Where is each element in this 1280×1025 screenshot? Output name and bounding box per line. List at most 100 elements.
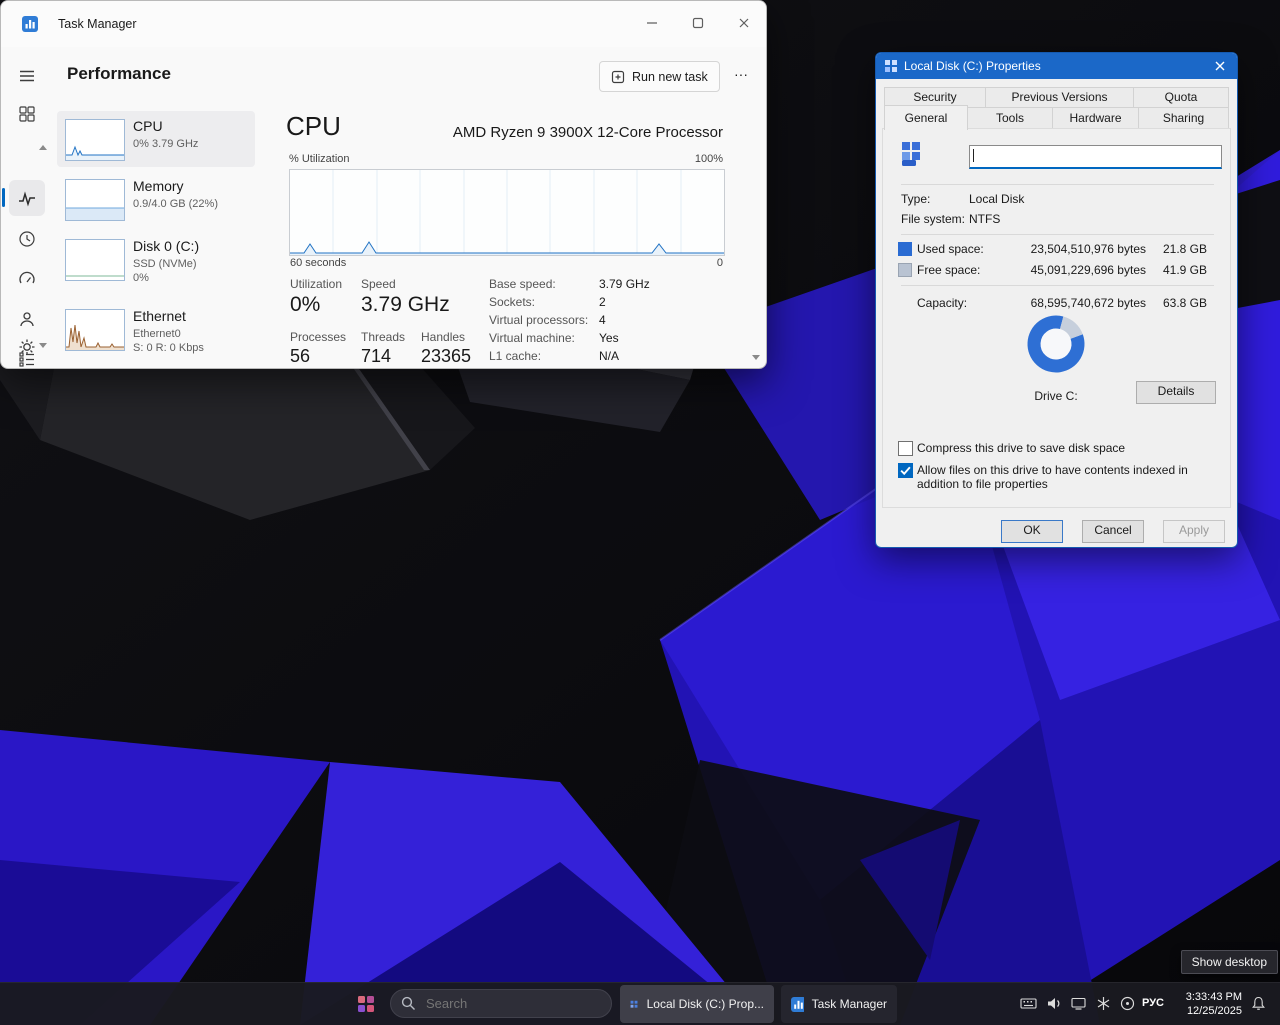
window-scroll-down[interactable] (752, 355, 760, 360)
dialog-close-button[interactable] (1203, 53, 1237, 79)
taskbar-search[interactable] (390, 989, 612, 1018)
maximize-icon (689, 14, 707, 32)
maximize-button[interactable] (677, 7, 719, 39)
perf-item-name: CPU (133, 118, 163, 134)
filesystem-value: NTFS (969, 212, 1000, 226)
perf-item-ethernet[interactable]: Ethernet Ethernet0 S: 0 R: 0 Kbps (57, 301, 255, 363)
task-manager-app-icon (22, 16, 38, 32)
network-icon[interactable] (1070, 995, 1087, 1012)
filesystem-label: File system: (901, 212, 965, 226)
detail-sockets: Sockets:2 (489, 295, 606, 309)
ok-button[interactable]: OK (1001, 520, 1063, 543)
perf-item-sub: 0.9/4.0 GB (22%) (133, 198, 218, 211)
snowflake-icon[interactable] (1095, 995, 1112, 1012)
search-input[interactable] (424, 995, 588, 1012)
drive-icon (901, 141, 925, 167)
run-new-task-button[interactable]: Run new task (599, 61, 720, 92)
capacity-donut-chart (1024, 312, 1088, 376)
dialog-title: Local Disk (C:) Properties (904, 59, 1041, 73)
volume-icon[interactable] (1046, 995, 1063, 1012)
start-icon (357, 995, 375, 1013)
used-space-bytes: 23,504,510,976 bytes (1006, 242, 1146, 256)
cpu-panel-title: CPU (286, 111, 341, 142)
app-history-icon[interactable] (18, 230, 36, 248)
used-space-label: Used space: (917, 242, 984, 256)
tab-sharing[interactable]: Sharing (1138, 107, 1229, 129)
stat-handles: Handles 23365 (421, 330, 471, 367)
free-space-size: 41.9 GB (1152, 263, 1207, 277)
tab-hardware[interactable]: Hardware (1052, 107, 1139, 129)
cpu-processor-name: AMD Ryzen 9 3900X 12-Core Processor (401, 124, 723, 141)
free-space-swatch (898, 263, 912, 277)
axis-label-0: 0 (711, 257, 723, 269)
tab-previous-versions[interactable]: Previous Versions (985, 87, 1134, 108)
notifications-bell-icon[interactable] (1250, 995, 1267, 1012)
perf-item-name: Disk 0 (C:) (133, 238, 199, 254)
tab-tools[interactable]: Tools (967, 107, 1053, 129)
new-task-icon (611, 70, 625, 84)
drive-icon (630, 997, 639, 1012)
apply-button[interactable]: Apply (1163, 520, 1225, 543)
close-icon (1214, 60, 1226, 72)
tab-quota[interactable]: Quota (1133, 87, 1229, 108)
tab-general[interactable]: General (884, 105, 968, 130)
start-button[interactable] (352, 990, 380, 1018)
dialog-drive-icon (884, 59, 899, 74)
index-checkbox[interactable] (898, 463, 913, 478)
details-button[interactable]: Details (1136, 381, 1216, 404)
perf-item-cpu[interactable]: CPU 0% 3.79 GHz (57, 111, 255, 167)
sidebar-scroll-up[interactable] (39, 145, 47, 150)
cpu-utilization-graph (289, 169, 725, 256)
taskbar-app-label: Local Disk (C:) Prop... (647, 997, 764, 1011)
desktop: This PC Recycle Bin Control Panel Adm (0, 0, 1280, 1025)
clock[interactable]: 3:33:43 PM 12/25/2025 (1168, 990, 1242, 1018)
language-indicator[interactable]: РУС (1142, 997, 1164, 1009)
perf-item-memory[interactable]: Memory 0.9/4.0 GB (22%) (57, 171, 255, 227)
perf-item-name: Ethernet (133, 308, 186, 324)
startup-apps-icon[interactable] (18, 270, 36, 288)
clock-time: 3:33:43 PM (1168, 990, 1242, 1004)
index-checkbox-label: Allow files on this drive to have conten… (917, 463, 1217, 491)
volume-label-input[interactable] (969, 145, 1222, 169)
drive-caption: Drive C: (1016, 389, 1096, 403)
menu-icon[interactable] (18, 67, 36, 85)
task-manager-titlebar[interactable]: Task Manager (1, 1, 766, 47)
used-space-size: 21.8 GB (1152, 242, 1207, 256)
taskbar-app-label: Task Manager (812, 997, 887, 1011)
sidebar-scroll-down[interactable] (39, 343, 47, 348)
close-button[interactable] (723, 7, 765, 39)
detail-virtual-machine: Virtual machine:Yes (489, 331, 619, 345)
detail-virtual-processors: Virtual processors:4 (489, 313, 606, 327)
users-icon[interactable] (18, 310, 36, 328)
compress-checkbox[interactable] (898, 441, 913, 456)
settings-gear-icon[interactable] (18, 338, 36, 356)
text-caret (973, 149, 974, 162)
cancel-button[interactable]: Cancel (1082, 520, 1144, 543)
type-label: Type: (901, 192, 930, 206)
compress-checkbox-label: Compress this drive to save disk space (917, 441, 1217, 455)
perf-item-sub2: 0% (133, 272, 149, 285)
processes-icon[interactable] (18, 105, 36, 123)
disk-properties-dialog: Local Disk (C:) Properties Security Prev… (875, 52, 1238, 548)
dialog-titlebar[interactable]: Local Disk (C:) Properties (876, 53, 1237, 79)
window-title: Task Manager (58, 17, 137, 31)
perf-item-name: Memory (133, 178, 184, 194)
axis-label-100: 100% (689, 153, 723, 165)
taskbar-app-disk-properties[interactable]: Local Disk (C:) Prop... (620, 985, 774, 1023)
perf-item-disk[interactable]: Disk 0 (C:) SSD (NVMe) 0% (57, 231, 255, 297)
close-icon (735, 14, 753, 32)
free-space-label: Free space: (917, 263, 980, 277)
tray-circle-icon[interactable] (1119, 995, 1136, 1012)
type-value: Local Disk (969, 192, 1024, 206)
separator (901, 184, 1214, 185)
task-manager-app-icon (791, 997, 804, 1012)
axis-label-utilization: % Utilization (289, 153, 350, 165)
minimize-button[interactable] (631, 7, 673, 39)
touch-keyboard-icon[interactable] (1020, 995, 1037, 1012)
performance-icon[interactable] (18, 189, 36, 207)
task-manager-window: Task Manager (0, 0, 767, 369)
detail-base-speed: Base speed:3.79 GHz (489, 277, 650, 291)
show-desktop-tooltip: Show desktop (1181, 950, 1278, 974)
more-options-button[interactable]: ··· (728, 64, 754, 88)
taskbar-app-task-manager[interactable]: Task Manager (781, 985, 897, 1023)
